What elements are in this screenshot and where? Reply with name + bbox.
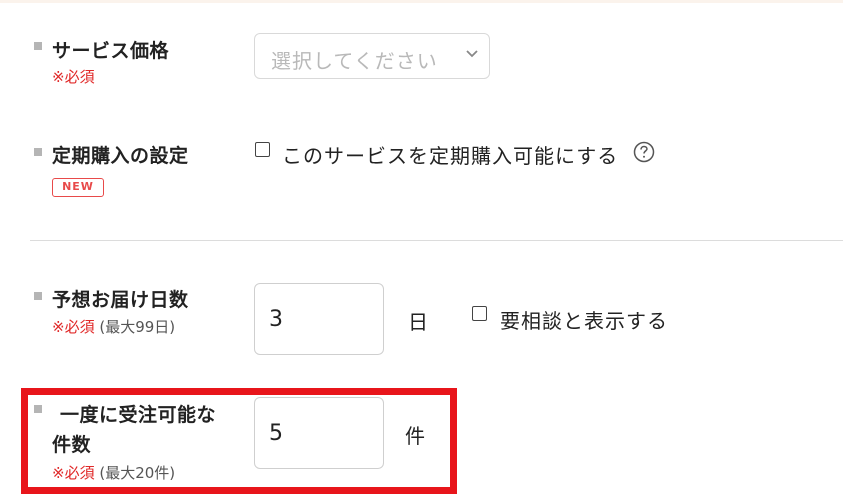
bullet-icon [34,148,42,156]
chevron-down-icon [466,50,478,58]
delivery-days-value: 3 [269,306,283,332]
required-mark: ※必須 (最大99日) [52,316,175,337]
required-mark: ※必須 [52,68,95,86]
consultation-checkbox-label[interactable]: 要相談と表示する [500,305,668,334]
help-icon[interactable] [633,141,655,163]
subscription-checkbox[interactable] [255,142,270,157]
delivery-days-label: 予想お届け日数 [52,289,189,311]
top-border [0,0,843,3]
service-price-select[interactable]: 選択してください [254,33,490,79]
delivery-days-input[interactable]: 3 [254,283,384,355]
required-text: ※必須 [52,318,95,336]
subscription-checkbox-label[interactable]: このサービスを定期購入可能にする [282,140,618,169]
section-divider [30,240,843,241]
subscription-label: 定期購入の設定 [52,145,189,167]
select-placeholder: 選択してください [271,49,438,73]
highlight-box [21,388,457,494]
bullet-icon [34,292,42,300]
service-price-label: サービス価格 [52,40,170,62]
consultation-checkbox[interactable] [472,306,487,321]
new-badge: NEW [52,178,104,197]
bullet-icon [34,42,42,50]
limit-hint: (最大99日) [99,318,176,336]
days-unit: 日 [408,310,428,334]
